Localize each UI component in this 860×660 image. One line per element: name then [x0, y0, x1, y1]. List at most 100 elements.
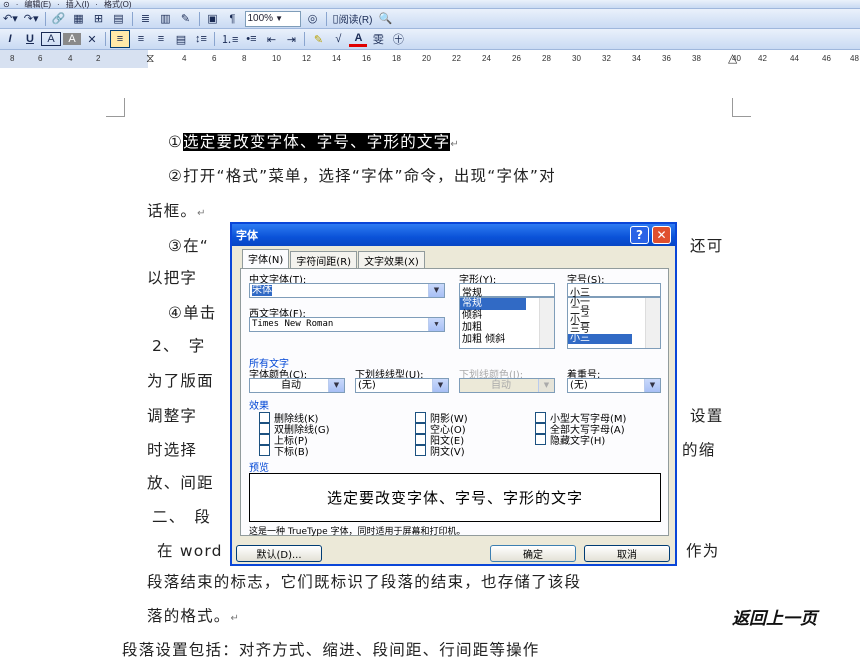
ruler-tick-label: 24: [482, 54, 491, 63]
font-color-value: 自动: [281, 380, 301, 391]
west-font-select[interactable]: Times New Roman ▼: [249, 317, 445, 332]
dialog-tabs: 字体(N) 字符间距(R) 文字效果(X): [242, 249, 426, 268]
doc-text: 落的格式。: [147, 607, 231, 625]
enclose-char-icon[interactable]: ㊉: [389, 31, 407, 47]
cn-font-select[interactable]: 宋体 ▼: [249, 283, 445, 298]
highlight-icon[interactable]: ✎: [309, 31, 327, 47]
separator: [131, 11, 133, 26]
increase-indent-icon[interactable]: ⇥: [282, 31, 300, 47]
align-right-icon[interactable]: ≡: [152, 31, 170, 47]
size-input[interactable]: 小三: [567, 283, 661, 299]
checkbox-label: 下标(B): [274, 447, 309, 458]
size-list[interactable]: 小一 二号 小二 三号 小三: [567, 297, 661, 349]
separator: [198, 11, 200, 26]
chevron-down-icon: ▼: [432, 379, 448, 392]
hyperlink-icon[interactable]: 🔗: [50, 11, 68, 27]
line-spacing-icon[interactable]: ↕≡: [192, 31, 210, 47]
redo-icon[interactable]: ↷▾: [22, 11, 41, 27]
ruler-tick-label: 6: [212, 54, 217, 63]
doc-line: 以把字: [147, 269, 198, 287]
list-item[interactable]: 常规: [460, 298, 526, 310]
doc-line: 设置: [690, 407, 724, 425]
indent-marker-icon[interactable]: ⧖: [146, 51, 154, 66]
numbering-icon[interactable]: ⒈≡: [219, 31, 240, 47]
doc-line: ③在“: [168, 237, 210, 255]
tables-borders-icon[interactable]: ▦: [70, 11, 88, 27]
menu-item[interactable]: ·: [95, 0, 98, 9]
dialog-title: 字体: [236, 229, 258, 242]
read-button[interactable]: ▯ 阅读(R): [331, 11, 375, 27]
menu-item[interactable]: ·: [57, 0, 60, 9]
show-hide-icon[interactable]: ¶: [224, 11, 242, 27]
menu-item[interactable]: ·: [16, 0, 19, 9]
decrease-indent-icon[interactable]: ⇤: [262, 31, 280, 47]
help-button[interactable]: ?: [630, 226, 649, 244]
preview-box: 选定要改变字体、字号、字形的文字: [249, 473, 661, 522]
list-item[interactable]: 小三: [568, 334, 632, 344]
ok-button[interactable]: 确定: [490, 545, 576, 562]
ruler-tick-label: 22: [452, 54, 461, 63]
help-icon[interactable]: ◎: [304, 11, 322, 27]
columns-icon[interactable]: ≣: [137, 11, 155, 27]
menu-item[interactable]: ⊙: [3, 0, 10, 9]
chevron-down-icon: ▼: [428, 284, 444, 297]
ruler-tick-label: 40: [732, 54, 741, 63]
char-scale-button[interactable]: ✕: [83, 31, 101, 47]
close-button[interactable]: ✕: [652, 226, 671, 244]
back-link[interactable]: 返回上一页: [732, 604, 817, 629]
menu-bar: ⊙ · 编辑(E) · 插入(I) · 格式(O): [0, 0, 860, 9]
style-input[interactable]: 常规: [459, 283, 555, 299]
scrollbar[interactable]: [645, 298, 660, 348]
standard-toolbar: ↶▾ ↷▾ 🔗 ▦ ⊞ ▤ ≣ ▥ ✎ ▣ ¶ 100% ▼ ◎ ▯ 阅读(R) 🔍: [0, 9, 860, 29]
ruler-tick-label: 44: [790, 54, 799, 63]
engrave-checkbox[interactable]: 阴文(V): [415, 443, 465, 458]
underline-button[interactable]: U: [21, 31, 39, 47]
ruler-tick-label: 16: [362, 54, 371, 63]
tab-text-effects[interactable]: 文字效果(X): [358, 251, 425, 268]
chevron-down-icon: ▼: [328, 379, 344, 392]
cn-font-value: 宋体: [252, 285, 272, 296]
ruler-tick-label: 14: [332, 54, 341, 63]
west-font-value: Times New Roman: [252, 319, 334, 329]
font-dialog: 字体 ? ✕ 字体(N) 字符间距(R) 文字效果(X) 中文字体(T): 宋体…: [230, 222, 677, 566]
insert-table-icon[interactable]: ⊞: [90, 11, 108, 27]
doc-line: 还可: [690, 237, 724, 255]
zoom-select[interactable]: 100% ▼: [244, 10, 301, 27]
tab-char-spacing[interactable]: 字符间距(R): [290, 251, 358, 268]
phonetic-guide-icon[interactable]: √: [329, 31, 347, 47]
asian-layout-icon[interactable]: 雯: [369, 31, 387, 47]
chart-icon[interactable]: ▥: [157, 11, 175, 27]
document-map-icon[interactable]: ▣: [204, 11, 222, 27]
dialog-titlebar[interactable]: 字体: [232, 224, 675, 246]
separator: [325, 11, 327, 26]
distributed-align-icon[interactable]: ▤: [172, 31, 190, 47]
read-label: 阅读(R): [338, 15, 373, 26]
page-corner-mark: [106, 98, 125, 117]
emphasis-select[interactable]: (无) ▼: [567, 378, 661, 393]
undo-icon[interactable]: ↶▾: [1, 11, 20, 27]
ruler-margin: [0, 50, 148, 68]
align-center-icon[interactable]: ≡: [132, 31, 150, 47]
default-button[interactable]: 默认(D)...: [236, 545, 322, 562]
font-color-select[interactable]: 自动 ▼: [249, 378, 345, 393]
align-justify-icon[interactable]: ≡: [110, 30, 130, 48]
cancel-button[interactable]: 取消: [584, 545, 670, 562]
drawing-icon[interactable]: ✎: [177, 11, 195, 27]
italic-button[interactable]: I: [1, 31, 19, 47]
underline-select[interactable]: (无) ▼: [355, 378, 449, 393]
zoom-value: 100%: [247, 13, 274, 24]
insert-excel-icon[interactable]: ▤: [110, 11, 128, 27]
hidden-checkbox[interactable]: 隐藏文字(H): [535, 432, 605, 447]
scrollbar[interactable]: [539, 298, 554, 348]
tab-font[interactable]: 字体(N): [242, 249, 290, 268]
style-list[interactable]: 常规 倾斜 加粗 加粗 倾斜: [459, 297, 555, 349]
ruler-tick-label: 2: [96, 54, 101, 63]
char-shading-button[interactable]: A: [63, 33, 81, 45]
char-border-button[interactable]: A: [41, 32, 61, 46]
subscript-checkbox[interactable]: 下标(B): [259, 443, 309, 458]
font-color-icon[interactable]: A: [349, 32, 368, 47]
ruler-tick-label: 6: [38, 54, 43, 63]
research-icon[interactable]: 🔍: [376, 11, 394, 27]
bullets-icon[interactable]: •≡: [242, 31, 260, 47]
horizontal-ruler[interactable]: ⧖ △ 8 6 4 2 4 6 8 10 12 14 16 18 20 22 24 26 28 30 32 34 36 3…: [0, 50, 860, 69]
